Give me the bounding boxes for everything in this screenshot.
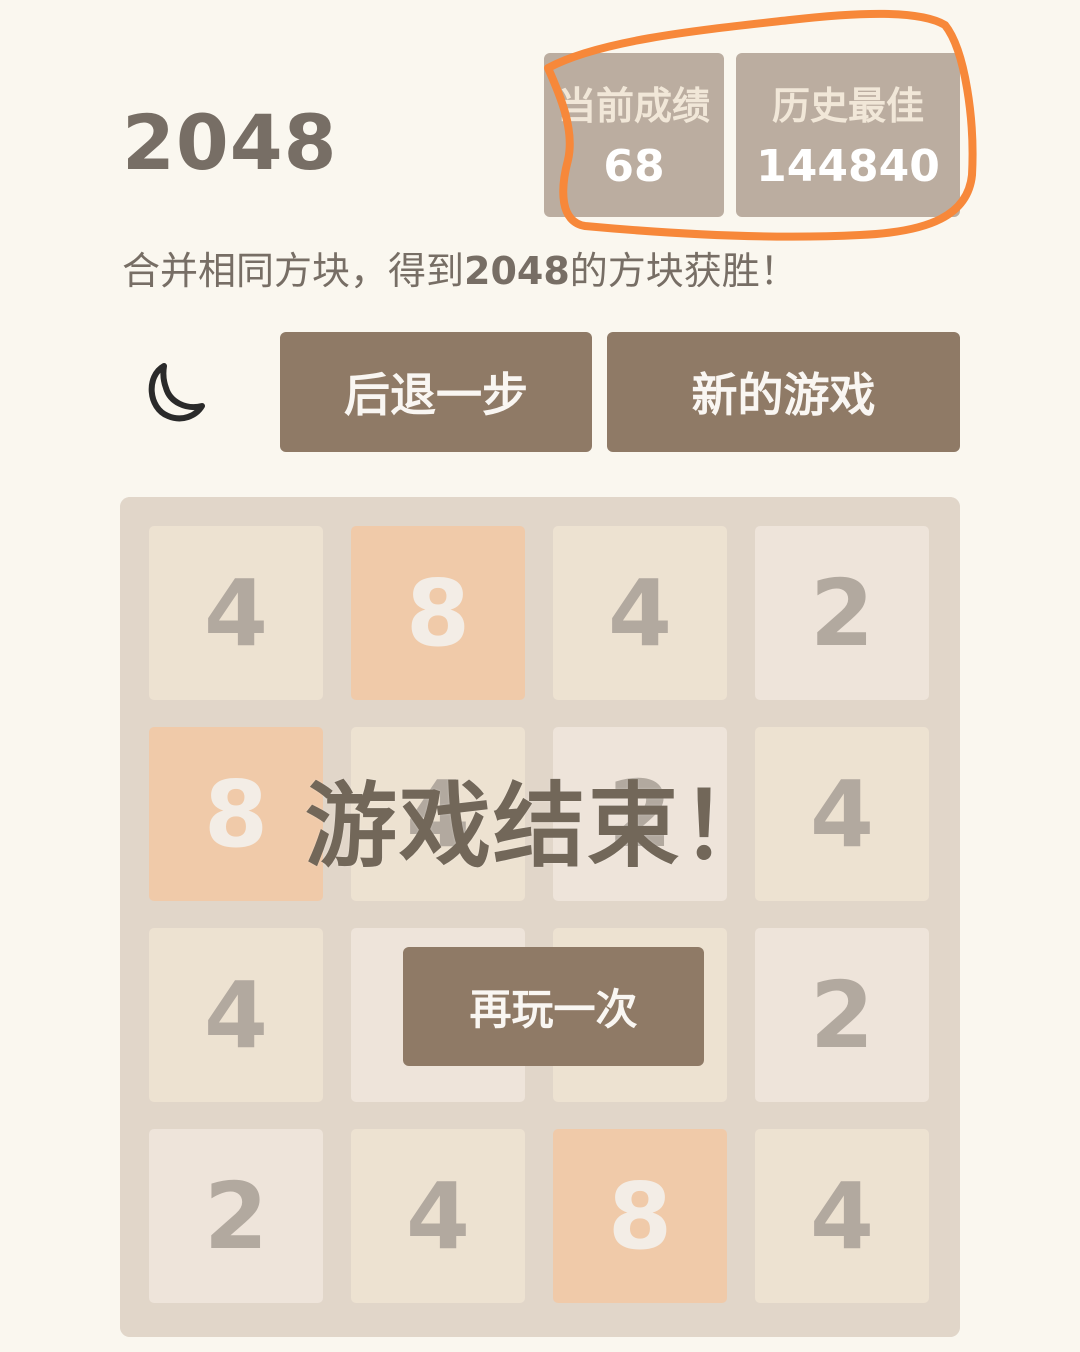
new-game-button[interactable]: 新的游戏 [607, 332, 960, 452]
game-over-overlay [120, 497, 960, 1337]
moon-icon[interactable] [134, 352, 214, 428]
game-over-message: 游戏结束！ [304, 773, 775, 880]
intro-text: 合并相同方块，得到2048的方块获胜！ [122, 240, 798, 295]
current-score-box: 当前成绩 68 [544, 53, 724, 217]
undo-button[interactable]: 后退一步 [280, 332, 592, 452]
intro-suffix: 的方块获胜！ [569, 249, 798, 293]
best-score-value: 144840 [756, 141, 940, 192]
best-score-label: 历史最佳 [771, 84, 924, 128]
retry-button[interactable]: 再玩一次 [403, 947, 704, 1066]
intro-prefix: 合并相同方块，得到 [122, 249, 465, 293]
game-title: 2048 [122, 98, 338, 187]
game-board[interactable]: 4842842442422484 [120, 497, 960, 1337]
best-score-box: 历史最佳 144840 [736, 53, 960, 217]
current-score-value: 68 [603, 141, 665, 192]
intro-highlight: 2048 [464, 249, 570, 293]
current-score-label: 当前成绩 [557, 84, 710, 128]
